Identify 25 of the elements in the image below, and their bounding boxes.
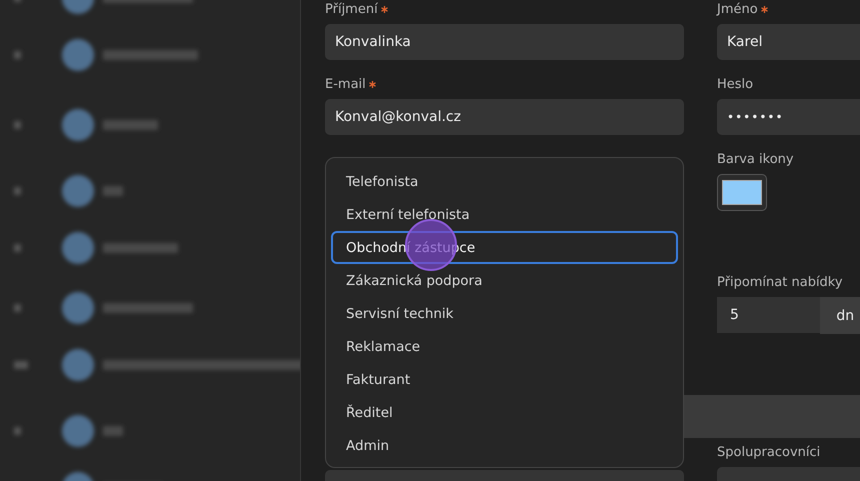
field-label: E-mail <box>325 77 366 92</box>
asterisk-icon <box>368 81 376 88</box>
dropdown-option[interactable]: Fakturant <box>331 363 678 396</box>
dropdown-option[interactable]: Ředitel <box>331 396 678 429</box>
dropdown-option[interactable]: Admin <box>331 429 678 462</box>
input-field[interactable]: Konval@konval.cz <box>325 99 684 135</box>
field-label: Připomínat nabídky <box>717 275 843 290</box>
color-picker[interactable] <box>717 174 767 211</box>
dropdown-option[interactable]: Externí telefonista <box>331 198 678 231</box>
dropdown-option[interactable]: Telefonista <box>331 165 678 198</box>
asterisk-icon <box>380 6 388 13</box>
field-label: Spolupracovníci <box>717 445 820 460</box>
asterisk-icon <box>760 6 768 13</box>
field-label: Příjmení <box>325 2 378 17</box>
dropdown-option[interactable]: Servisní technik <box>331 297 678 330</box>
unit-addon: dn <box>820 297 860 334</box>
input-field[interactable]: Konvalinka <box>325 24 684 60</box>
field-label: Barva ikony <box>717 152 794 167</box>
input-field[interactable]: Karel <box>717 24 860 60</box>
password-field[interactable]: ••••••• <box>717 99 860 135</box>
dropdown-option[interactable]: Reklamace <box>331 330 678 363</box>
field-label: Heslo <box>717 77 754 92</box>
dropdown-option[interactable]: Zákaznická podpora <box>331 264 678 297</box>
number-field[interactable]: 5 <box>717 297 820 333</box>
field-label: Jméno <box>717 2 758 17</box>
